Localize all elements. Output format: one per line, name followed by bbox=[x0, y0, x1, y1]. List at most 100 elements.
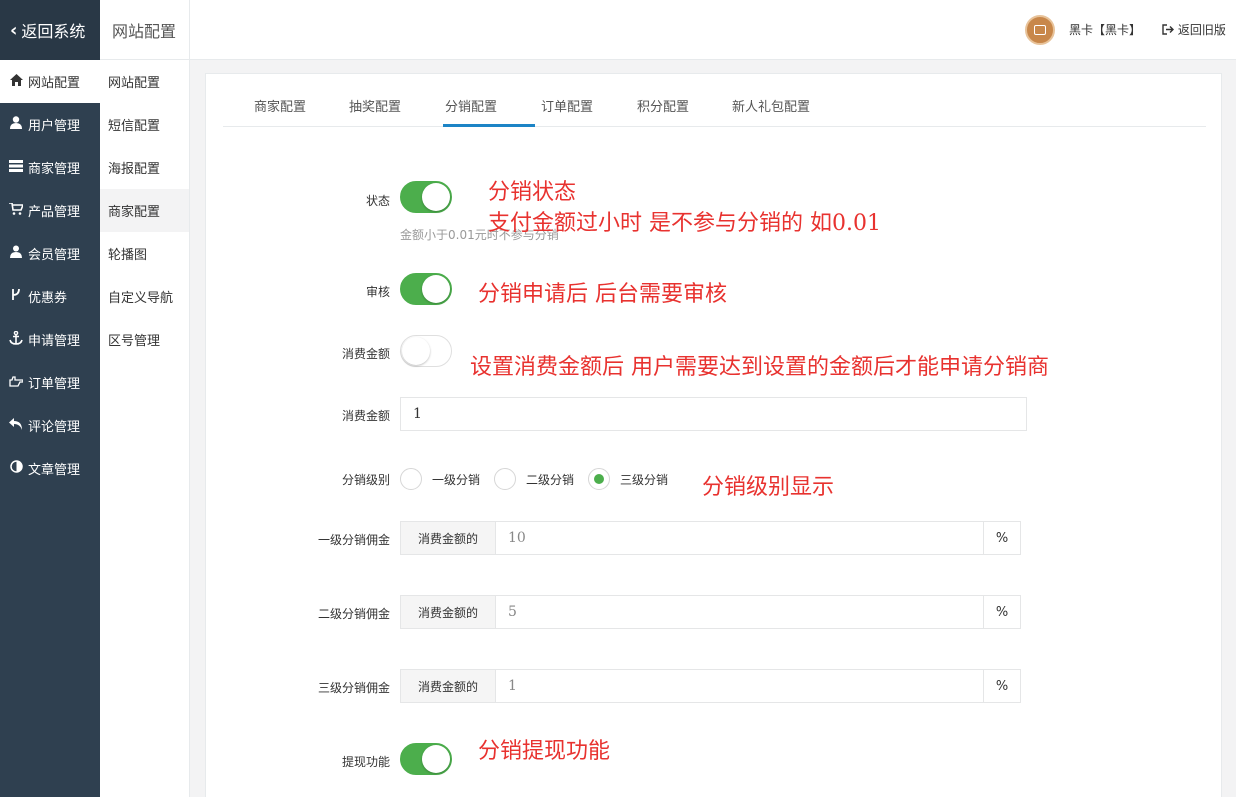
withdraw-label: 提现功能 bbox=[341, 755, 390, 769]
status-toggle[interactable] bbox=[400, 181, 452, 213]
tab-new-user-gift-config[interactable]: 新人礼包配置 bbox=[732, 96, 810, 115]
toggle-knob bbox=[422, 275, 450, 303]
commission-prefix: 消费金额的 bbox=[401, 670, 496, 702]
subnav-item-site-config[interactable]: 网站配置 bbox=[100, 60, 189, 103]
sidebar-item-reviews[interactable]: 评论管理 bbox=[0, 404, 100, 447]
sidebar-item-label: 商家管理 bbox=[28, 162, 81, 177]
sidebar-item-label: 文章管理 bbox=[28, 463, 81, 478]
toggle-knob bbox=[402, 337, 430, 365]
subnav-item-merchant-config[interactable]: 商家配置 bbox=[100, 189, 189, 232]
level-1-radio[interactable] bbox=[400, 468, 422, 490]
level-1-commission-group: 消费金额的 10 % bbox=[400, 521, 1021, 555]
annotation-spend-amount: 设置消费金额后 用户需要达到设置的金额后才能申请分销商 bbox=[470, 355, 1049, 380]
tab-merchant-config[interactable]: 商家配置 bbox=[254, 96, 306, 115]
level-3-radio[interactable] bbox=[588, 468, 610, 490]
level-3-commission-group: 消费金额的 1 % bbox=[400, 669, 1021, 703]
radio-dot bbox=[594, 474, 604, 484]
level-2-radio[interactable] bbox=[494, 468, 516, 490]
server-icon bbox=[8, 159, 24, 176]
percent-suffix: % bbox=[983, 522, 1020, 554]
reply-icon bbox=[8, 417, 24, 434]
level-2-commission-input[interactable]: 5 bbox=[496, 596, 983, 628]
sidebar-item-merchants[interactable]: 商家管理 bbox=[0, 146, 100, 189]
tab-lottery-config[interactable]: 抽奖配置 bbox=[349, 96, 401, 115]
review-toggle[interactable] bbox=[400, 273, 452, 305]
avatar[interactable] bbox=[1025, 15, 1055, 45]
level-label: 分销级别 bbox=[341, 473, 390, 487]
level-3-commission-input[interactable]: 1 bbox=[496, 670, 983, 702]
status-label: 状态 bbox=[365, 194, 390, 208]
sidebar-item-coupons[interactable]: 优惠券 bbox=[0, 275, 100, 318]
back-label: 返回系统 bbox=[21, 22, 86, 41]
toggle-knob bbox=[422, 745, 450, 773]
anchor-icon bbox=[8, 330, 24, 349]
level-3-label[interactable]: 三级分销 bbox=[620, 471, 668, 488]
sidebar-item-label: 订单管理 bbox=[28, 377, 81, 392]
sidebar-item-label: 会员管理 bbox=[28, 248, 81, 263]
review-label: 审核 bbox=[365, 285, 390, 299]
sidebar-item-users[interactable]: 用户管理 bbox=[0, 103, 100, 146]
users-icon bbox=[8, 245, 24, 262]
toggle-knob bbox=[422, 183, 450, 211]
card-icon bbox=[1034, 25, 1046, 35]
annotation-level: 分销级别显示 bbox=[702, 475, 835, 500]
sidebar-item-members[interactable]: 会员管理 bbox=[0, 232, 100, 275]
tab-distribution-config[interactable]: 分销配置 bbox=[445, 96, 497, 115]
sidebar-item-label: 网站配置 bbox=[28, 76, 81, 91]
sidebar-item-label: 用户管理 bbox=[28, 119, 81, 134]
spend-amount-input[interactable]: 1 bbox=[400, 397, 1027, 431]
sidebar-item-articles[interactable]: 文章管理 bbox=[0, 447, 100, 490]
config-tabs: 商家配置 抽奖配置 分销配置 订单配置 积分配置 新人礼包配置 bbox=[223, 74, 1206, 127]
percent-suffix: % bbox=[983, 670, 1020, 702]
user-name[interactable]: 黑卡【黑卡】 bbox=[1069, 21, 1141, 38]
main-sidebar: ‹ 返回系统 网站配置 用户管理 商家管理 产品管理 会员管理 优惠券 申请管理… bbox=[0, 0, 100, 797]
subnav-item-area-code[interactable]: 区号管理 bbox=[100, 318, 189, 361]
branch-icon bbox=[8, 288, 24, 305]
level-1-commission-label: 一级分销佣金 bbox=[317, 533, 390, 547]
sidebar-item-orders[interactable]: 订单管理 bbox=[0, 361, 100, 404]
active-tab-indicator bbox=[443, 124, 535, 127]
annotation-distribution-status: 分销状态 bbox=[488, 180, 577, 205]
commission-prefix: 消费金额的 bbox=[401, 522, 496, 554]
tab-order-config[interactable]: 订单配置 bbox=[541, 96, 593, 115]
spend-amount-label: 消费金额 bbox=[341, 409, 390, 423]
percent-suffix: % bbox=[983, 596, 1020, 628]
sidebar-item-label: 评论管理 bbox=[28, 420, 81, 435]
subnav-item-custom-nav[interactable]: 自定义导航 bbox=[100, 275, 189, 318]
subnav-title: 网站配置 bbox=[100, 0, 189, 60]
contrast-icon bbox=[8, 460, 24, 477]
commission-prefix: 消费金额的 bbox=[401, 596, 496, 628]
sign-out-icon bbox=[1162, 23, 1178, 37]
sidebar-item-site-config[interactable]: 网站配置 bbox=[0, 60, 100, 103]
sidebar-item-label: 优惠券 bbox=[28, 291, 68, 306]
sidebar-item-products[interactable]: 产品管理 bbox=[0, 189, 100, 232]
old-version-label: 返回旧版 bbox=[1177, 23, 1226, 37]
level-2-label[interactable]: 二级分销 bbox=[526, 471, 574, 488]
level-2-commission-group: 消费金额的 5 % bbox=[400, 595, 1021, 629]
withdraw-toggle[interactable] bbox=[400, 743, 452, 775]
return-old-version-link[interactable]: 返回旧版 bbox=[1162, 21, 1226, 38]
subnav-item-poster-config[interactable]: 海报配置 bbox=[100, 146, 189, 189]
subnav-item-carousel[interactable]: 轮播图 bbox=[100, 232, 189, 275]
user-icon bbox=[8, 116, 24, 133]
sidebar-item-label: 申请管理 bbox=[28, 334, 81, 349]
cart-icon bbox=[8, 201, 25, 219]
home-icon bbox=[8, 73, 24, 90]
level-3-commission-label: 三级分销佣金 bbox=[317, 681, 390, 695]
level-2-commission-label: 二级分销佣金 bbox=[317, 607, 390, 621]
sidebar-item-applications[interactable]: 申请管理 bbox=[0, 318, 100, 361]
content-panel: 商家配置 抽奖配置 分销配置 订单配置 积分配置 新人礼包配置 状态 金额小于0… bbox=[205, 73, 1222, 797]
hand-icon bbox=[8, 375, 24, 391]
tab-points-config[interactable]: 积分配置 bbox=[637, 96, 689, 115]
annotation-review: 分销申请后 后台需要审核 bbox=[478, 282, 727, 307]
annotation-withdraw: 分销提现功能 bbox=[478, 739, 611, 764]
back-to-system-button[interactable]: ‹ 返回系统 bbox=[0, 0, 100, 60]
spend-toggle-label: 消费金额 bbox=[341, 347, 390, 361]
level-1-commission-input[interactable]: 10 bbox=[496, 522, 983, 554]
spend-amount-toggle[interactable] bbox=[400, 335, 452, 367]
annotation-small-amount: 支付金额过小时 是不参与分销的 如0.01 bbox=[488, 211, 881, 236]
subnav-item-sms-config[interactable]: 短信配置 bbox=[100, 103, 189, 146]
level-1-label[interactable]: 一级分销 bbox=[432, 471, 480, 488]
sidebar-item-label: 产品管理 bbox=[28, 205, 81, 220]
chevron-left-icon: ‹ bbox=[10, 19, 18, 41]
